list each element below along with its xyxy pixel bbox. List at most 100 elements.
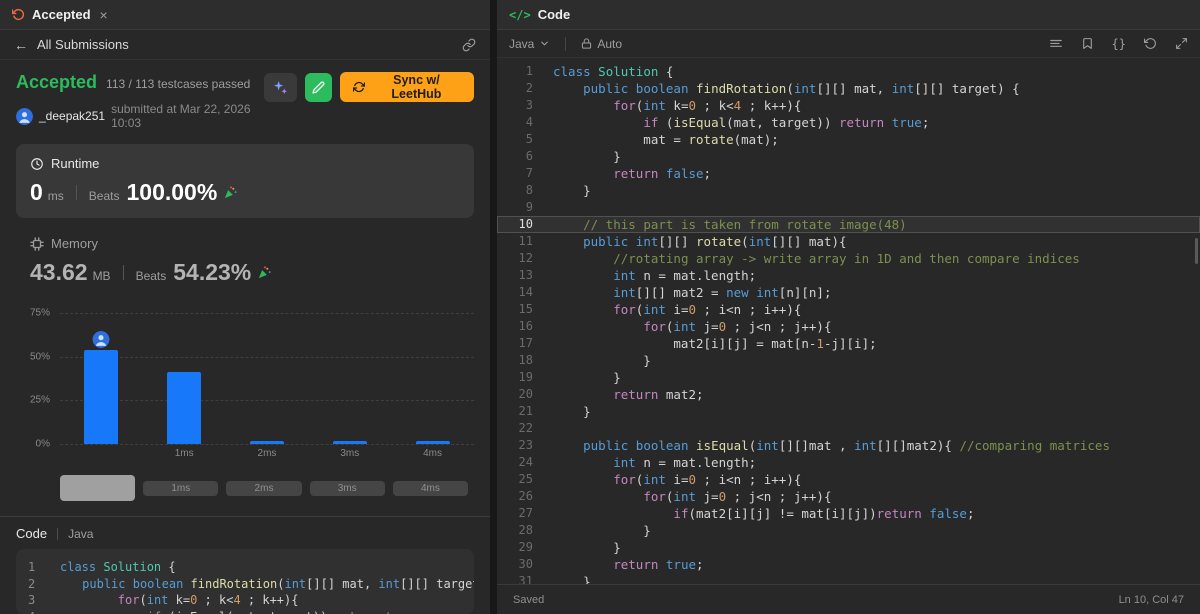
runtime-bar-3ms[interactable]	[332, 440, 367, 444]
brush-block-1ms[interactable]: 1ms	[143, 480, 219, 496]
language-selector[interactable]: Java	[509, 37, 534, 51]
code-editor[interactable]: 1 class Solution {2 public boolean findRo…	[497, 58, 1200, 584]
runtime-bar-0ms[interactable]	[84, 330, 119, 444]
code-line[interactable]: 9	[497, 199, 1200, 216]
runtime-value: 0	[30, 179, 43, 205]
code-line[interactable]: 29 }	[497, 539, 1200, 556]
brush-block-4ms[interactable]: 4ms	[392, 480, 469, 496]
username[interactable]: _deepak251	[39, 109, 105, 123]
close-icon[interactable]: ×	[100, 8, 108, 22]
code-text: return true;	[613, 557, 704, 572]
code-line[interactable]: 6 }	[497, 148, 1200, 165]
code-line[interactable]: 14 int[][] mat2 = new int[n][n];	[497, 284, 1200, 301]
cursor-position[interactable]: Ln 10, Col 47	[1119, 594, 1184, 606]
editor-lines: 1 class Solution {2 public boolean findRo…	[497, 58, 1200, 584]
result-tab-title[interactable]: Accepted	[32, 7, 91, 22]
code-text: class Solution {	[553, 64, 674, 79]
code-line[interactable]: 7 return false;	[497, 165, 1200, 182]
all-submissions-link[interactable]: All Submissions	[37, 37, 129, 52]
line-number: 14	[518, 285, 533, 299]
code-text: }	[553, 523, 651, 538]
ai-sparkle-button[interactable]	[263, 72, 297, 102]
code-line[interactable]: 21 }	[497, 403, 1200, 420]
editor-scrollbar[interactable]	[1195, 238, 1198, 264]
bookmark-icon[interactable]	[1081, 37, 1094, 50]
code-line[interactable]: 11 public int[][] rotate(int[][] mat){	[497, 233, 1200, 250]
submission-status-icon	[12, 8, 25, 21]
code-line[interactable]: 2 public boolean findRotation(int[][] ma…	[497, 80, 1200, 97]
line-number: 10	[518, 217, 533, 231]
line-number: 3	[28, 593, 36, 607]
braces-icon[interactable]: {}	[1112, 37, 1126, 51]
sync-icon	[352, 81, 365, 93]
divider	[565, 36, 567, 51]
code-line[interactable]: 12 //rotating array -> write array in 1D…	[497, 250, 1200, 267]
code-editor-panel: </> Code Java Auto {} 1 class Solution {…	[497, 0, 1200, 614]
runtime-beats-label: Beats	[88, 189, 120, 203]
distribution-brush: 1ms 2ms 3ms 4ms	[60, 474, 469, 502]
runtime-bar-4ms[interactable]	[415, 440, 450, 444]
code-line[interactable]: 23 public boolean isEqual(int[][]mat , i…	[497, 437, 1200, 454]
edit-note-button[interactable]	[304, 72, 332, 102]
auto-save-label[interactable]: Auto	[597, 37, 622, 51]
code-line[interactable]: 26 for(int j=0 ; j<n ; j++){	[497, 488, 1200, 505]
code-tab-title[interactable]: Code	[538, 7, 571, 22]
submitted-code-preview: 1 class Solution {2 public boolean findRo…	[16, 549, 474, 614]
code-line[interactable]: 4 if (isEqual(mat, target)) return true;	[497, 114, 1200, 131]
code-line[interactable]: 19 }	[497, 369, 1200, 386]
undo-icon[interactable]	[1144, 37, 1157, 50]
chart-gridline	[60, 444, 474, 445]
code-text: for(int j=0 ; j<n ; j++){	[643, 319, 832, 334]
format-code-icon[interactable]	[1049, 37, 1063, 51]
editor-toolbar: Java Auto {}	[497, 30, 1200, 58]
code-text: for(int j=0 ; j<n ; j++){	[643, 489, 832, 504]
code-line[interactable]: 28 }	[497, 522, 1200, 539]
code-text: }	[553, 183, 591, 198]
memory-section[interactable]: Memory 43.62 MB Beats 54.23%	[16, 236, 474, 286]
code-line[interactable]: 1 class Solution {	[497, 63, 1200, 80]
code-line[interactable]: 15 for(int i=0 ; i<n ; i++){	[497, 301, 1200, 318]
line-number: 9	[525, 200, 533, 214]
result-header: Accepted 113 / 113 testcases passed _dee…	[16, 72, 474, 130]
line-number: 2	[525, 81, 533, 95]
brush-selected-block[interactable]	[60, 475, 136, 501]
runtime-card[interactable]: Runtime 0 ms Beats 100.00%	[16, 144, 474, 218]
line-number: 27	[518, 506, 533, 520]
code-line[interactable]: 31 }	[497, 573, 1200, 584]
expand-icon[interactable]	[1175, 37, 1188, 50]
code-line[interactable]: 18 }	[497, 352, 1200, 369]
bar-slot	[391, 304, 474, 444]
line-number: 19	[518, 370, 533, 384]
editor-tabbar: </> Code	[497, 0, 1200, 30]
code-line[interactable]: 24 int n = mat.length;	[497, 454, 1200, 471]
code-line[interactable]: 22	[497, 420, 1200, 437]
code-text: for(int k=0 ; k<4 ; k++){	[117, 593, 299, 607]
code-line[interactable]: 17 mat2[i][j] = mat[n-1-j][i];	[497, 335, 1200, 352]
code-line[interactable]: 27 if(mat2[i][j] != mat[i][j])return fal…	[497, 505, 1200, 522]
code-line[interactable]: 3 for(int k=0 ; k<4 ; k++){	[497, 97, 1200, 114]
copy-link-icon[interactable]	[462, 38, 476, 52]
runtime-bar-1ms[interactable]	[167, 372, 202, 444]
code-line[interactable]: 8 }	[497, 182, 1200, 199]
code-line[interactable]: 30 return true;	[497, 556, 1200, 573]
code-line[interactable]: 25 for(int i=0 ; i<n ; i++){	[497, 471, 1200, 488]
line-number: 15	[518, 302, 533, 316]
line-number: 16	[518, 319, 533, 333]
memory-label: Memory	[51, 236, 98, 251]
runtime-bar-2ms[interactable]	[249, 440, 284, 444]
sync-button-label: Sync w/ LeetHub	[391, 73, 442, 101]
code-line[interactable]: 10 // this part is taken from rotate ima…	[497, 216, 1200, 233]
chevron-down-icon[interactable]	[539, 38, 550, 49]
code-tab-icon: </>	[509, 7, 531, 22]
code-line[interactable]: 20 return mat2;	[497, 386, 1200, 403]
code-line[interactable]: 5 mat = rotate(mat);	[497, 131, 1200, 148]
code-line[interactable]: 13 int n = mat.length;	[497, 267, 1200, 284]
code-line[interactable]: 16 for(int j=0 ; j<n ; j++){	[497, 318, 1200, 335]
brush-block-3ms[interactable]: 3ms	[309, 480, 385, 496]
brush-block-2ms[interactable]: 2ms	[226, 480, 302, 496]
back-arrow-icon[interactable]: ←	[14, 37, 28, 53]
code-text: }	[553, 404, 591, 419]
code-text: if (isEqual(mat, target)) return true;	[643, 115, 930, 130]
sync-leethub-button[interactable]: Sync w/ LeetHub	[339, 72, 474, 102]
